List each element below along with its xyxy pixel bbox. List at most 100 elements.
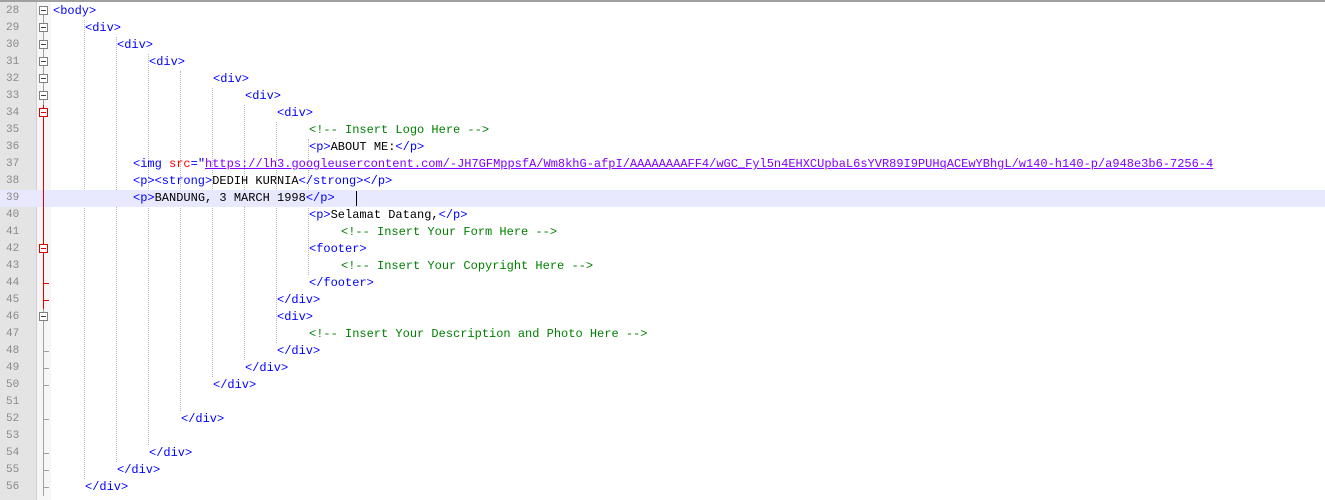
code-text[interactable]: <p>ABOUT ME:</p> bbox=[309, 139, 424, 156]
fold-toggle-icon[interactable] bbox=[39, 40, 48, 49]
code-line[interactable]: 29 <div> bbox=[0, 20, 1325, 37]
code-text[interactable]: </div> bbox=[149, 445, 192, 462]
token-txt: Selamat Datang, bbox=[330, 208, 439, 222]
code-text[interactable]: <div> bbox=[117, 37, 153, 54]
code-line[interactable]: 53 bbox=[0, 428, 1325, 445]
fold-toggle-icon[interactable] bbox=[39, 74, 48, 83]
token-tag: </div> bbox=[277, 344, 321, 358]
code-text[interactable]: <div> bbox=[245, 88, 281, 105]
code-line[interactable]: 45 </div> bbox=[0, 292, 1325, 309]
code-line[interactable]: 28 <body> bbox=[0, 3, 1325, 20]
code-line[interactable]: 44 </footer> bbox=[0, 275, 1325, 292]
code-text[interactable]: <img src="https://lh3.googleusercontent.… bbox=[133, 156, 1213, 173]
line-number: 40 bbox=[6, 209, 20, 221]
code-text[interactable]: <!-- Insert Your Copyright Here --> bbox=[341, 258, 593, 275]
code-text[interactable]: <p>BANDUNG, 3 MARCH 1998</p> bbox=[133, 190, 335, 207]
token-tag: <div> bbox=[245, 89, 282, 103]
code-text[interactable]: <div> bbox=[213, 71, 249, 88]
code-text[interactable]: </div> bbox=[277, 292, 320, 309]
code-line[interactable]: 32 <div> bbox=[0, 71, 1325, 88]
fold-end-marker bbox=[43, 487, 49, 488]
code-line[interactable]: 54 </div> bbox=[0, 445, 1325, 462]
code-text[interactable]: </div> bbox=[245, 360, 288, 377]
code-text[interactable]: <!-- Insert Logo Here --> bbox=[309, 122, 489, 139]
fold-line bbox=[43, 139, 44, 156]
code-text[interactable]: <div> bbox=[85, 20, 121, 37]
code-text[interactable]: </div> bbox=[117, 462, 160, 479]
code-line[interactable]: 51 bbox=[0, 394, 1325, 411]
code-text[interactable]: </footer> bbox=[309, 275, 374, 292]
code-line[interactable]: 39 <p>BANDUNG, 3 MARCH 1998</p> bbox=[0, 190, 1325, 207]
code-text[interactable]: <footer> bbox=[309, 241, 367, 258]
fold-end-marker bbox=[43, 300, 49, 301]
code-text[interactable]: <p>Selamat Datang,</p> bbox=[309, 207, 467, 224]
fold-line bbox=[43, 122, 44, 139]
fold-toggle-icon[interactable] bbox=[39, 6, 48, 15]
fold-end-marker bbox=[43, 368, 49, 369]
code-text[interactable]: <p><strong>DEDIH KURNIA</strong></p> bbox=[133, 173, 392, 190]
code-text[interactable]: <div> bbox=[149, 54, 185, 71]
code-line[interactable]: 55 </div> bbox=[0, 462, 1325, 479]
fold-line bbox=[43, 326, 44, 343]
code-line[interactable]: 31 <div> bbox=[0, 54, 1325, 71]
fold-toggle-icon[interactable] bbox=[39, 91, 48, 100]
fold-end-marker bbox=[43, 470, 49, 471]
token-tag: </p> bbox=[395, 140, 425, 154]
fold-toggle-icon[interactable] bbox=[39, 57, 48, 66]
code-line[interactable]: 34 <div> bbox=[0, 105, 1325, 122]
code-text[interactable]: <!-- Insert Your Description and Photo H… bbox=[309, 326, 647, 343]
code-line[interactable]: 52 </div> bbox=[0, 411, 1325, 428]
token-tag: </div> bbox=[149, 446, 193, 460]
code-line[interactable]: 35 <!-- Insert Logo Here --> bbox=[0, 122, 1325, 139]
token-tag: <div> bbox=[149, 55, 186, 69]
code-editor[interactable]: 28 <body> 29 <div> 30 <div> 31 <div> 32 <div> 33 <d… bbox=[0, 0, 1325, 500]
fold-toggle-icon[interactable] bbox=[39, 108, 48, 117]
code-line[interactable]: 56 </div> bbox=[0, 479, 1325, 496]
line-number: 34 bbox=[6, 107, 20, 119]
code-text[interactable]: </div> bbox=[213, 377, 256, 394]
code-text[interactable]: <!-- Insert Your Form Here --> bbox=[341, 224, 557, 241]
code-text[interactable]: </div> bbox=[85, 479, 128, 496]
line-number: 50 bbox=[6, 379, 20, 391]
line-number: 28 bbox=[6, 5, 20, 17]
code-line[interactable]: 50 </div> bbox=[0, 377, 1325, 394]
token-cmt: <!-- Insert Your Copyright Here --> bbox=[341, 259, 594, 273]
token-tag: </footer> bbox=[309, 276, 374, 290]
code-line[interactable]: 33 <div> bbox=[0, 88, 1325, 105]
line-number: 51 bbox=[6, 396, 20, 408]
line-number: 56 bbox=[6, 481, 20, 493]
token-tag: <p> bbox=[133, 191, 155, 205]
fold-line bbox=[43, 54, 44, 57]
code-text[interactable]: <body> bbox=[53, 3, 96, 20]
code-text[interactable]: <div> bbox=[277, 309, 313, 326]
code-line[interactable]: 36 <p>ABOUT ME:</p> bbox=[0, 139, 1325, 156]
fold-line bbox=[43, 71, 44, 74]
code-line[interactable]: 43 <!-- Insert Your Copyright Here --> bbox=[0, 258, 1325, 275]
token-tag: </div> bbox=[245, 361, 289, 375]
code-line[interactable]: 30 <div> bbox=[0, 37, 1325, 54]
code-text[interactable]: <div> bbox=[277, 105, 313, 122]
code-line[interactable]: 42 <footer> bbox=[0, 241, 1325, 258]
token-tag: <div> bbox=[85, 21, 122, 35]
code-line[interactable]: 41 <!-- Insert Your Form Here --> bbox=[0, 224, 1325, 241]
code-text[interactable]: </div> bbox=[277, 343, 320, 360]
fold-line bbox=[43, 241, 44, 244]
fold-line bbox=[43, 173, 44, 190]
fold-line bbox=[43, 224, 44, 241]
code-line[interactable]: 37 <img src="https://lh3.googleuserconten… bbox=[0, 156, 1325, 173]
fold-toggle-icon[interactable] bbox=[39, 312, 48, 321]
code-line[interactable]: 46 <div> bbox=[0, 309, 1325, 326]
code-text[interactable]: </div> bbox=[181, 411, 224, 428]
line-number: 30 bbox=[6, 39, 20, 51]
code-line[interactable]: 38 <p><strong>DEDIH KURNIA</strong></p> bbox=[0, 173, 1325, 190]
code-line[interactable]: 47 <!-- Insert Your Description and Photo… bbox=[0, 326, 1325, 343]
line-number: 43 bbox=[6, 260, 20, 272]
code-line[interactable]: 48 </div> bbox=[0, 343, 1325, 360]
fold-toggle-icon[interactable] bbox=[39, 244, 48, 253]
token-tag: </div> bbox=[277, 293, 321, 307]
line-number: 49 bbox=[6, 362, 20, 374]
fold-toggle-icon[interactable] bbox=[39, 23, 48, 32]
code-line[interactable]: 49 </div> bbox=[0, 360, 1325, 377]
code-line[interactable]: 40 <p>Selamat Datang,</p> bbox=[0, 207, 1325, 224]
line-number: 35 bbox=[6, 124, 20, 136]
